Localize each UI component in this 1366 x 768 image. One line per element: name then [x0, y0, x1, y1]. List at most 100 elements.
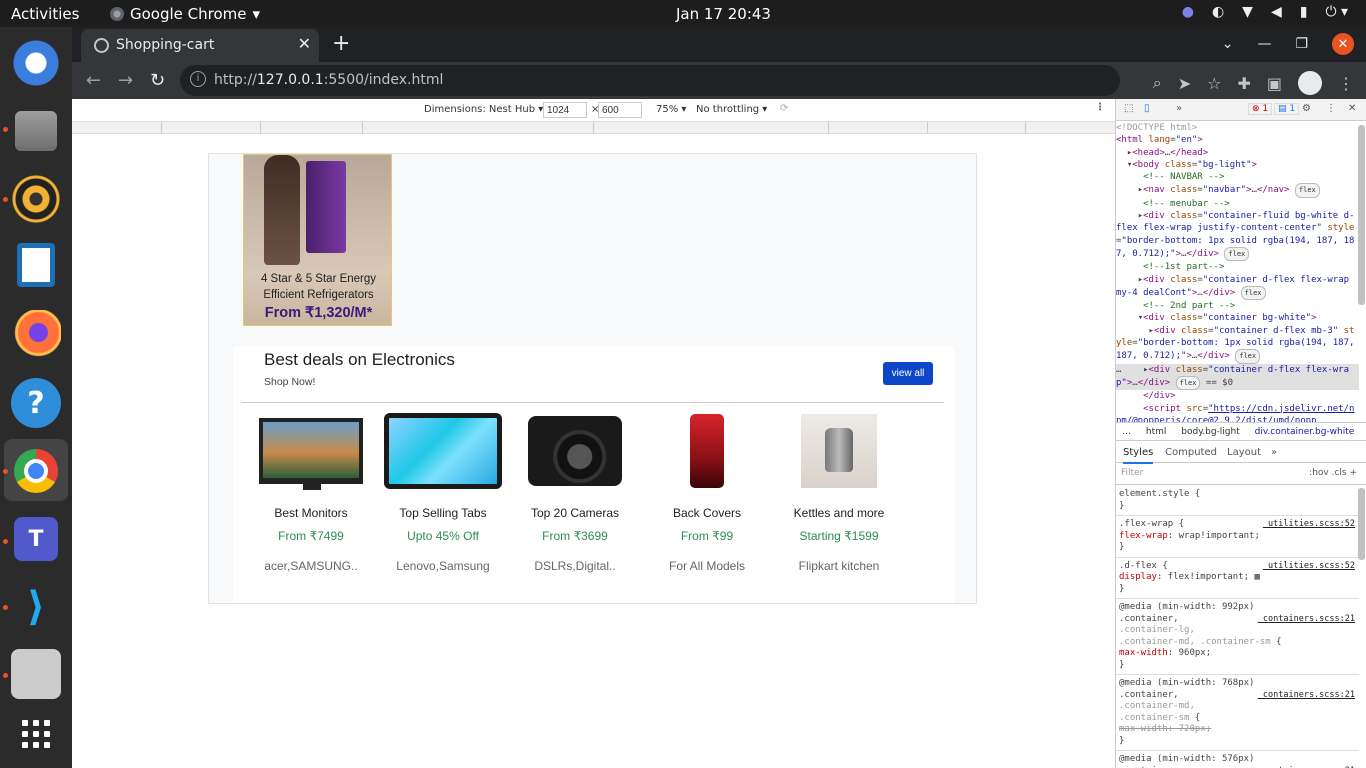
- info-icon[interactable]: i: [190, 71, 206, 87]
- bookmark-star-icon[interactable]: ☆: [1207, 74, 1221, 93]
- breadcrumb-item[interactable]: html: [1146, 427, 1167, 437]
- night-light-icon[interactable]: ◐: [1212, 4, 1224, 20]
- refrigerator-promo-banner[interactable]: 4 Star & 5 Star Energy Efficient Refrige…: [243, 154, 392, 326]
- dom-line[interactable]: ▸<div class="container-fluid bg-white d-…: [1116, 210, 1359, 262]
- style-rule[interactable]: _utilities.scss:52 .d-flex { display: fle…: [1116, 558, 1359, 599]
- image-viewer-icon[interactable]: [11, 649, 61, 699]
- chrome-menu-icon[interactable]: ⋮: [1338, 74, 1354, 93]
- dom-line[interactable]: <html lang="en">: [1116, 134, 1359, 146]
- height-input[interactable]: [598, 102, 642, 118]
- error-count-badge[interactable]: ⊗ 1: [1248, 103, 1273, 115]
- volume-icon[interactable]: ◀: [1271, 4, 1282, 20]
- dom-line[interactable]: </div>: [1116, 390, 1359, 402]
- rotate-icon[interactable]: ⟳: [780, 103, 788, 114]
- elements-scrollbar[interactable]: [1358, 125, 1365, 305]
- reload-button[interactable]: ↻: [150, 70, 165, 91]
- style-rule[interactable]: @media (min-width: 768px) _containers.scs…: [1116, 675, 1359, 751]
- files-icon[interactable]: [15, 111, 57, 151]
- power-icon[interactable]: ⏻ ▾: [1325, 4, 1348, 20]
- activities-button[interactable]: Activities: [11, 5, 79, 23]
- libreoffice-writer-icon[interactable]: [17, 243, 55, 287]
- dom-line[interactable]: <script src="https://cdn.jsdelivr.net/np…: [1116, 403, 1359, 422]
- message-count-badge[interactable]: ▤ 1: [1274, 103, 1300, 115]
- teams-tray-icon[interactable]: ●: [1182, 4, 1194, 20]
- product-card-cameras[interactable]: Top 20 Cameras From ₹3699 DSLRs,Digital.…: [510, 412, 640, 573]
- vscode-icon[interactable]: ⟩: [11, 582, 61, 632]
- more-options-icon[interactable]: ⋮: [1095, 102, 1105, 113]
- back-button[interactable]: ←: [86, 70, 101, 91]
- product-card-monitors[interactable]: Best Monitors From ₹7499 acer,SAMSUNG..: [246, 412, 376, 573]
- dom-line[interactable]: ▾<div class="container bg-white">: [1116, 312, 1359, 324]
- styles-filter-input[interactable]: Filter: [1121, 468, 1143, 478]
- view-all-button[interactable]: view all: [883, 362, 933, 385]
- url-text[interactable]: http://127.0.0.1:5500/index.html: [214, 72, 443, 88]
- dimensions-select[interactable]: Dimensions: Nest Hub ▾: [424, 104, 543, 115]
- close-devtools-icon[interactable]: ✕: [1348, 103, 1356, 114]
- tab-computed[interactable]: Computed: [1165, 447, 1217, 458]
- dom-line[interactable]: <!DOCTYPE html>: [1116, 122, 1359, 134]
- settings-gear-icon[interactable]: ⚙: [1302, 103, 1311, 114]
- tab-styles[interactable]: Styles: [1123, 447, 1154, 464]
- zoom-select[interactable]: 75% ▾: [656, 104, 686, 115]
- inspect-element-icon[interactable]: ⬚: [1124, 103, 1133, 114]
- teams-icon[interactable]: T: [14, 517, 58, 561]
- breadcrumb-item[interactable]: div.container.bg-white: [1255, 427, 1355, 437]
- dom-line[interactable]: ▾<body class="bg-light">: [1116, 159, 1359, 171]
- dom-line-selected[interactable]: … ▸<div class="container d-flex flex-wra…: [1116, 363, 1359, 391]
- dom-line[interactable]: <!--1st part-->: [1116, 261, 1359, 273]
- elements-tree[interactable]: <!DOCTYPE html> <html lang="en"> ▸<head>……: [1116, 122, 1359, 422]
- dom-line[interactable]: <!-- menubar -->: [1116, 198, 1359, 210]
- app-menu[interactable]: Google Chrome ▾: [110, 5, 260, 23]
- firefox-icon[interactable]: [11, 310, 61, 360]
- microphone-icon[interactable]: ▮: [1300, 4, 1308, 20]
- send-icon[interactable]: ➤: [1178, 74, 1191, 93]
- chrome-dock-icon[interactable]: [14, 449, 58, 493]
- more-tabs-icon[interactable]: »: [1176, 103, 1182, 114]
- tab-shopping-cart[interactable]: Shopping-cart ✕: [81, 29, 319, 62]
- style-rule[interactable]: @media (min-width: 992px) _containers.scs…: [1116, 599, 1359, 675]
- breadcrumb-item[interactable]: body.bg-light: [1181, 427, 1239, 437]
- width-input[interactable]: [543, 102, 587, 118]
- dom-line[interactable]: ▸<div class="container d-flex flex-wrap …: [1116, 274, 1359, 301]
- tab-layout[interactable]: Layout: [1227, 447, 1261, 458]
- help-icon[interactable]: ?: [11, 378, 61, 428]
- clock[interactable]: Jan 17 20:43: [676, 5, 771, 23]
- minimize-button[interactable]: —: [1257, 36, 1271, 52]
- dom-line[interactable]: <!-- NAVBAR -->: [1116, 171, 1359, 183]
- maximize-button[interactable]: ❐: [1295, 36, 1308, 52]
- dom-line[interactable]: ▸<nav class="navbar">…</nav> flex: [1116, 183, 1359, 198]
- product-card-kettles[interactable]: Kettles and more Starting ₹1599 Flipkart…: [774, 412, 904, 573]
- rhythmbox-icon[interactable]: [11, 174, 61, 224]
- extensions-icon[interactable]: ✚: [1237, 74, 1250, 93]
- dom-line[interactable]: ▸<div class="container d-flex mb-3" styl…: [1116, 325, 1359, 364]
- dom-line[interactable]: ▸<head>…</head>: [1116, 147, 1359, 159]
- address-bar[interactable]: i http://127.0.0.1:5500/index.html: [180, 65, 1120, 96]
- style-rule[interactable]: @media (min-width: 576px)_containers.scs…: [1116, 751, 1359, 768]
- media-query-ruler[interactable]: [72, 122, 1115, 134]
- breadcrumb-ellipsis[interactable]: …: [1122, 427, 1131, 437]
- style-rules[interactable]: element.style {} _utilities.scss:52 .flex-…: [1116, 486, 1359, 768]
- close-window-button[interactable]: ✕: [1332, 33, 1354, 55]
- more-tabs-icon[interactable]: »: [1271, 447, 1277, 458]
- thunderbird-icon[interactable]: [11, 38, 61, 88]
- wifi-icon[interactable]: ▼: [1242, 4, 1253, 20]
- side-panel-icon[interactable]: ▣: [1267, 74, 1282, 93]
- style-rule[interactable]: element.style {}: [1116, 486, 1359, 516]
- dom-line[interactable]: <!-- 2nd part -->: [1116, 300, 1359, 312]
- style-rule[interactable]: _utilities.scss:52 .flex-wrap { flex-wrap…: [1116, 516, 1359, 558]
- product-card-tabs[interactable]: Top Selling Tabs Upto 45% Off Lenovo,Sam…: [378, 412, 508, 573]
- styles-filter-tools[interactable]: :hov .cls +: [1309, 468, 1357, 478]
- system-tray[interactable]: ● ◐ ▼ ◀ ▮ ⏻ ▾: [1182, 4, 1348, 20]
- new-tab-button[interactable]: +: [332, 31, 350, 56]
- tab-search-icon[interactable]: ⌄: [1222, 36, 1234, 52]
- device-toggle-icon[interactable]: ▯: [1144, 103, 1150, 114]
- close-icon[interactable]: ✕: [298, 34, 311, 53]
- product-card-back-covers[interactable]: Back Covers From ₹99 For All Models: [642, 412, 772, 573]
- throttling-select[interactable]: No throttling ▾: [696, 104, 767, 115]
- devtools-menu-icon[interactable]: ⋮: [1326, 103, 1336, 114]
- forward-button[interactable]: →: [118, 70, 133, 91]
- show-apps-icon[interactable]: [11, 709, 61, 759]
- styles-scrollbar[interactable]: [1358, 488, 1365, 560]
- zoom-icon[interactable]: ⌕: [1153, 73, 1162, 93]
- profile-avatar[interactable]: [1298, 71, 1322, 95]
